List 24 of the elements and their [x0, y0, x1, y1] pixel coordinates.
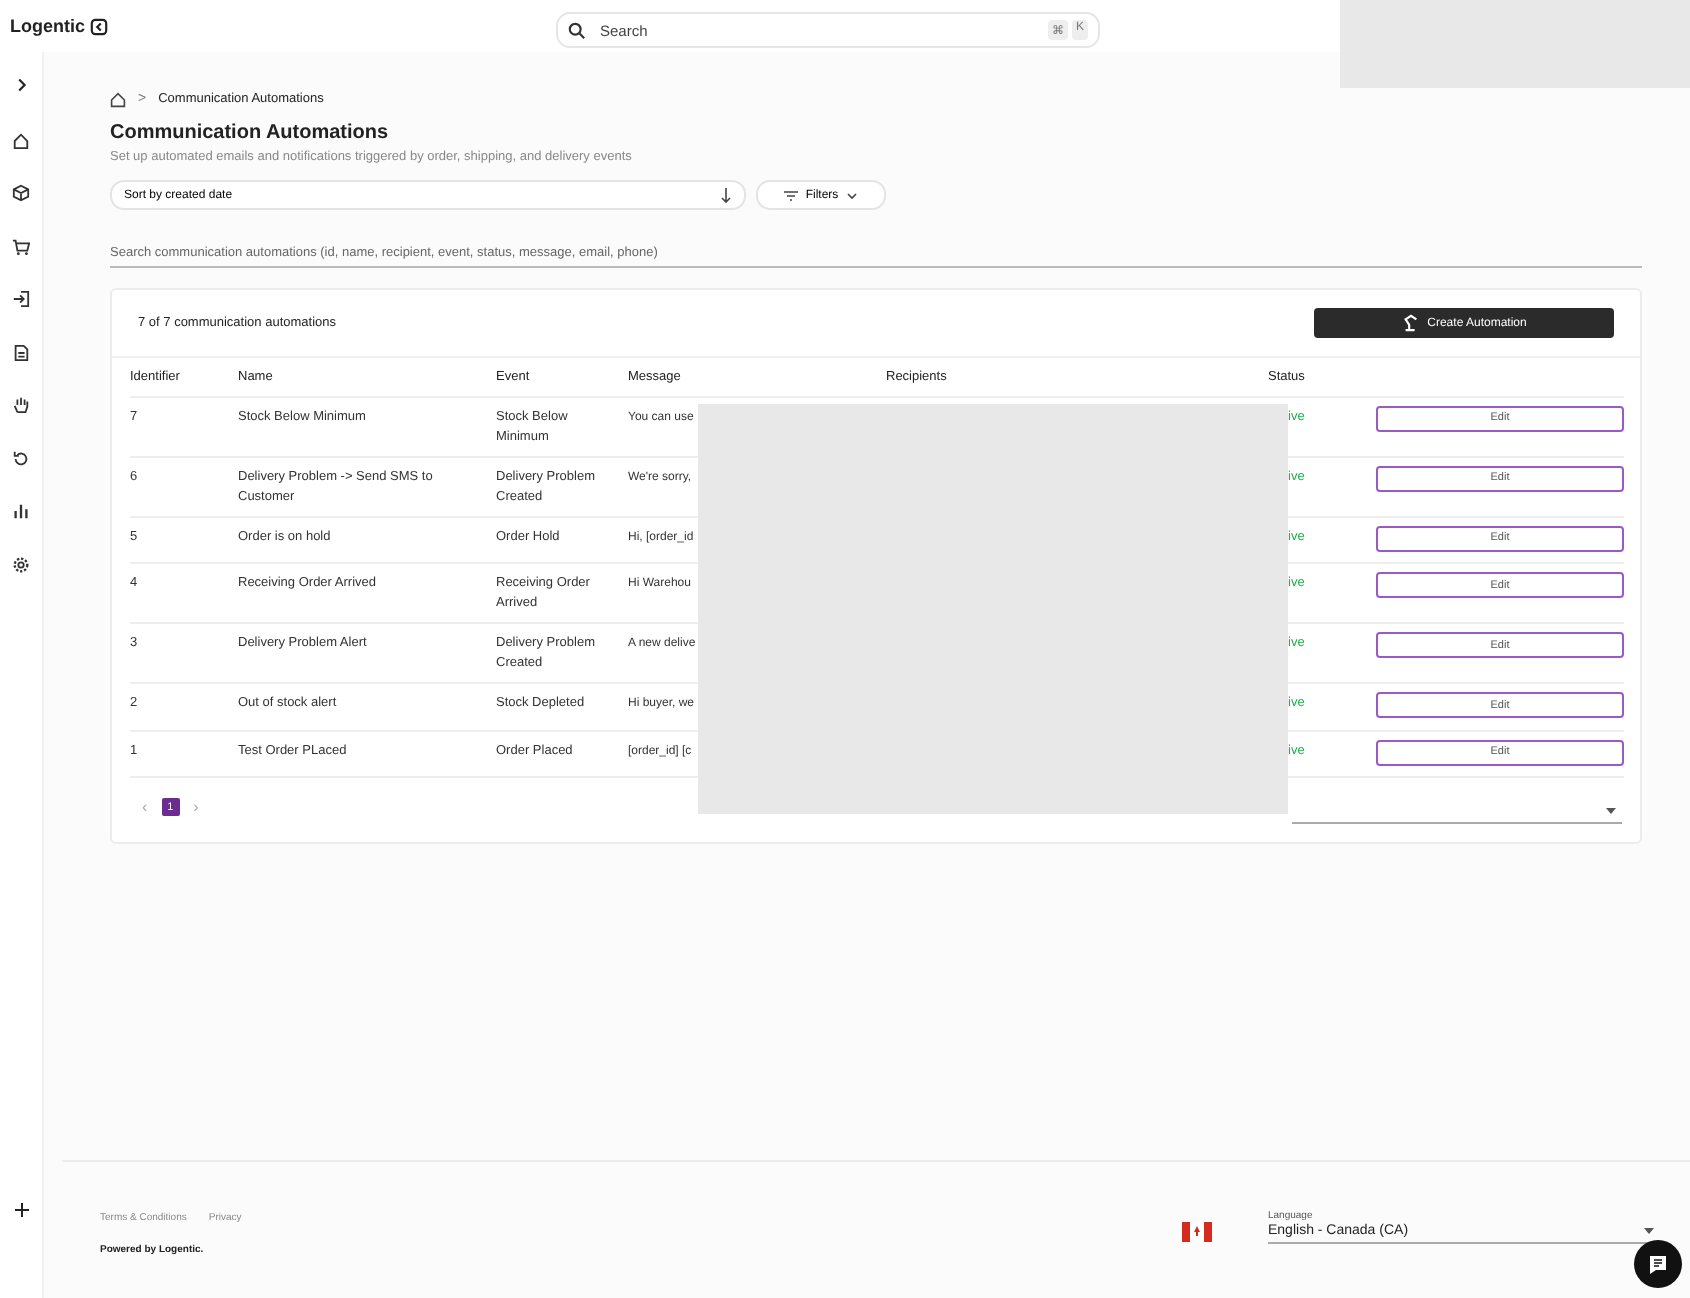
flag-icon [1182, 1222, 1212, 1242]
robot-arm-icon [1401, 314, 1420, 332]
logo-icon [89, 17, 107, 35]
home-icon[interactable] [110, 91, 126, 107]
caret-icon [1606, 808, 1616, 814]
hand-icon[interactable] [12, 396, 30, 415]
gear-icon[interactable] [12, 555, 30, 574]
caret-icon [1644, 1228, 1654, 1234]
chat-icon [1646, 1252, 1670, 1276]
cart-icon[interactable] [12, 237, 30, 256]
filter-icon [783, 189, 798, 201]
refresh-icon[interactable] [12, 449, 30, 468]
chevron-down-icon [846, 191, 859, 199]
search-icon [568, 21, 586, 39]
cube-icon[interactable] [12, 184, 30, 203]
arrow-down-icon [720, 187, 732, 203]
logo-text: Logentic [10, 16, 85, 36]
home-icon[interactable] [12, 131, 30, 150]
chat-button[interactable] [1634, 1240, 1682, 1288]
page-title: Communication Automations [110, 122, 391, 144]
bar-chart-icon[interactable] [12, 502, 30, 521]
plus-icon[interactable] [13, 1201, 29, 1218]
document-icon[interactable] [12, 343, 30, 362]
sign-in-icon[interactable] [12, 290, 30, 309]
